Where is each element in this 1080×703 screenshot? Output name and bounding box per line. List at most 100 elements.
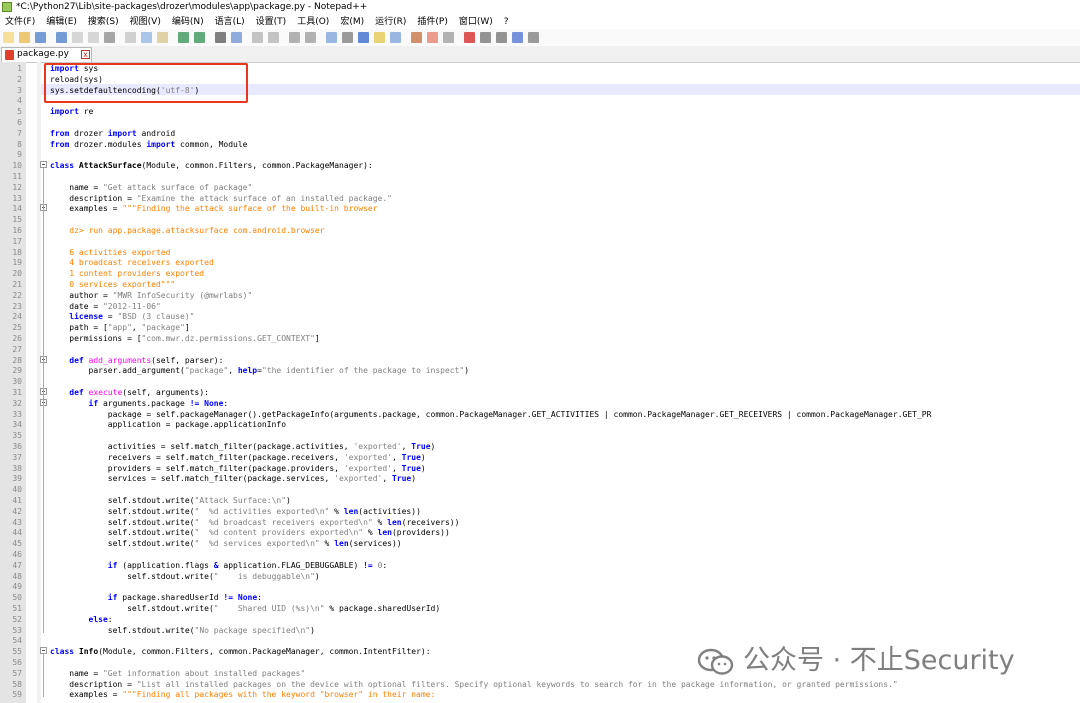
menu-item[interactable]: 视图(V) — [130, 15, 161, 29]
line-number: 37 — [12, 452, 22, 462]
all-chars-icon[interactable] — [342, 32, 353, 43]
fold-toggle-icon[interactable] — [40, 161, 47, 169]
code-line: 23 date = "2012-11-06" — [0, 301, 1080, 312]
code-token: "MWR InfoSecurity (@mwrlabs)" — [112, 290, 253, 300]
code-token: ) — [310, 625, 315, 635]
code-line: 27 — [0, 344, 1080, 355]
line-number: 43 — [12, 517, 22, 527]
indent-guide-icon[interactable] — [358, 32, 369, 43]
sync-h-icon[interactable] — [305, 32, 316, 43]
fold-guide — [43, 211, 44, 287]
code-token: else — [88, 614, 108, 624]
code-token: ) — [411, 474, 417, 484]
fold-guide — [43, 654, 44, 698]
menu-item[interactable]: 运行(R) — [375, 15, 406, 29]
line-number: 58 — [12, 679, 22, 689]
line-number: 1 — [17, 64, 22, 73]
code-editor[interactable]: 1 import sys 2 reload(sys) 3 sys.setdefaulten… — [0, 62, 1080, 703]
menu-item[interactable]: 语言(L) — [215, 15, 245, 29]
line-number: 12 — [12, 182, 22, 192]
open-icon[interactable] — [19, 32, 30, 43]
save-macro-icon[interactable] — [528, 32, 539, 43]
save-icon[interactable] — [35, 32, 46, 43]
menu-bar: 文件(F) 编辑(E) 搜索(S) 视图(V) 编码(N) 语言(L) 设置(T) 工具(O)… — [0, 15, 1080, 29]
monitor-icon[interactable] — [443, 32, 454, 43]
wrap-icon[interactable] — [326, 32, 337, 43]
code-line: 6 — [0, 117, 1080, 128]
redo-icon[interactable] — [194, 32, 205, 43]
udl-icon[interactable] — [374, 32, 385, 43]
tab-label: package.py — [17, 49, 69, 59]
folder-workspace-icon[interactable] — [427, 32, 438, 43]
func-list-icon[interactable] — [411, 32, 422, 43]
doc-map-icon[interactable] — [390, 32, 401, 43]
menu-item[interactable]: 文件(F) — [5, 15, 35, 29]
code-token: """Finding all packages with the keyword… — [122, 690, 436, 700]
zoom-out-icon[interactable] — [268, 32, 279, 43]
code-text: self.stdout.write("Attack Surface:\n") — [50, 495, 291, 506]
tab-package-py[interactable]: package.py x — [1, 47, 92, 62]
code-token: license — [69, 312, 103, 322]
fold-toggle-icon[interactable] — [40, 647, 47, 655]
code-token: "com.mwr.dz.permissions.GET_CONTEXT" — [141, 334, 315, 343]
line-number: 20 — [12, 269, 22, 279]
menu-item[interactable]: 窗口(W) — [459, 15, 493, 29]
code-line: 46 — [0, 549, 1080, 560]
line-number: 49 — [12, 582, 22, 592]
zoom-in-icon[interactable] — [252, 32, 263, 43]
cut-icon[interactable] — [125, 32, 136, 43]
line-number: 19 — [12, 258, 22, 268]
menu-item[interactable]: 编辑(E) — [46, 15, 77, 29]
code-line: 15 — [0, 214, 1080, 225]
code-token: "BSD (3 clause)" — [117, 312, 195, 322]
code-line: 47 if (application.flags & application.F… — [0, 560, 1080, 571]
code-line: 32 if arguments.package != None: — [0, 398, 1080, 409]
undo-icon[interactable] — [178, 32, 189, 43]
code-token: def — [69, 355, 84, 365]
menu-item[interactable]: 工具(O) — [297, 15, 329, 29]
code-token: % package.sharedUserId) — [324, 604, 441, 613]
play-icon[interactable] — [496, 32, 507, 43]
run-multiple-icon[interactable] — [512, 32, 523, 43]
close-all-icon[interactable] — [88, 32, 99, 43]
code-text: self.stdout.write(" %d broadcast receive… — [50, 517, 460, 528]
code-token: name = — [50, 668, 103, 678]
menu-item[interactable]: 宏(M) — [340, 15, 364, 29]
code-token: 4 broadcast receivers exported — [50, 258, 214, 268]
line-number: 53 — [12, 625, 22, 635]
code-token: android — [136, 128, 176, 138]
code-token: Info — [78, 647, 99, 657]
line-number: 39 — [12, 474, 22, 484]
menu-item[interactable]: 插件(P) — [417, 15, 447, 29]
menu-item[interactable]: 编码(N) — [172, 15, 204, 29]
find-icon[interactable] — [215, 32, 226, 43]
code-text: self.stdout.write(" %d activities export… — [50, 506, 421, 517]
replace-icon[interactable] — [231, 32, 242, 43]
paste-icon[interactable] — [157, 32, 168, 43]
print-icon[interactable] — [104, 32, 115, 43]
new-icon[interactable] — [3, 32, 14, 43]
line-number: 45 — [12, 539, 22, 549]
save-all-icon[interactable] — [56, 32, 67, 43]
tab-close-icon[interactable]: x — [81, 50, 90, 59]
sync-v-icon[interactable] — [289, 32, 300, 43]
code-token: True — [401, 452, 421, 462]
line-number: 33 — [12, 409, 22, 419]
menu-item[interactable]: 设置(T) — [256, 15, 287, 29]
copy-icon[interactable] — [141, 32, 152, 43]
menu-item[interactable]: ? — [504, 15, 509, 29]
code-token: providers = self.match_filter(package.pr… — [50, 463, 344, 473]
menu-item[interactable]: 搜索(S) — [88, 15, 119, 29]
line-number: 3 — [17, 85, 22, 95]
code-text: from drozer.modules import common, Modul… — [50, 139, 247, 150]
line-number: 40 — [12, 485, 22, 495]
close-icon[interactable] — [72, 32, 83, 43]
code-token: "package" — [141, 323, 185, 333]
code-line: 52 else: — [0, 614, 1080, 625]
record-icon[interactable] — [464, 32, 475, 43]
line-number: 51 — [12, 604, 22, 613]
stop-icon[interactable] — [480, 32, 491, 43]
code-token: description = — [50, 679, 137, 689]
code-token: : — [223, 398, 229, 408]
